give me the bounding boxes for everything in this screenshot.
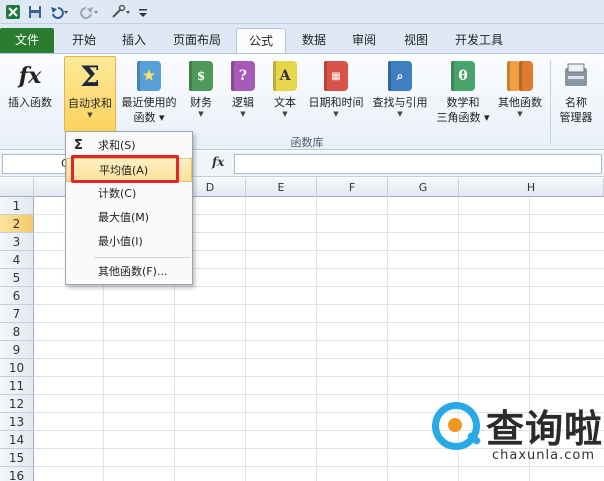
row-header-7[interactable]: 7 [0,305,34,323]
financial-button[interactable]: $ 财务 ▼ [182,56,220,132]
ribbon-separator [550,60,551,144]
tab-review[interactable]: 审阅 [342,28,386,53]
grid-column-line [245,197,246,481]
tab-view[interactable]: 视图 [394,28,438,53]
menu-item-more-functions[interactable]: 其他函数(F)... [66,260,192,284]
text-button[interactable]: A 文本 ▼ [266,56,304,132]
tab-developer[interactable]: 开发工具 [446,28,512,53]
tab-data[interactable]: 数据 [292,28,336,53]
grid-row-line [34,394,604,395]
sigma-icon: Σ [80,60,100,93]
more-functions-button[interactable]: 其他函数 ▼ [494,56,546,132]
undo-icon[interactable] [48,4,70,20]
grid-row-line [34,340,604,341]
column-header-f[interactable]: F [317,178,388,197]
row-header-6[interactable]: 6 [0,287,34,305]
row-header-12[interactable]: 12 [0,395,34,413]
autosum-button[interactable]: Σ 自动求和 ▼ [64,56,116,132]
menu-separator [94,257,190,258]
row-header-11[interactable]: 11 [0,377,34,395]
redo-icon[interactable] [78,4,100,20]
row-header-3[interactable]: 3 [0,233,34,251]
chevron-down-icon: ▼ [87,111,93,119]
highlight-annotation-box [71,155,179,183]
name-manager-button[interactable]: 名称 管理器 [554,56,598,132]
menu-item-min[interactable]: 最小值(I) [66,230,192,254]
quick-access-toolbar [0,0,604,24]
name-manager-icon [561,60,591,92]
insert-function-button[interactable]: fx 插入函数 [2,56,58,132]
row-header-5[interactable]: 5 [0,269,34,287]
row-header-8[interactable]: 8 [0,323,34,341]
question-book-icon: ? [228,60,258,92]
tab-page-layout[interactable]: 页面布局 [164,28,230,53]
row-header-9[interactable]: 9 [0,341,34,359]
tab-home[interactable]: 开始 [60,28,108,53]
save-icon[interactable] [28,4,42,20]
column-header-h[interactable]: H [459,178,604,197]
row-header-10[interactable]: 10 [0,359,34,377]
math-trig-button[interactable]: θ 数学和 三角函数 ▾ [434,56,492,132]
fx-icon: fx [18,63,42,89]
column-header-e[interactable]: E [246,178,317,197]
row-header-15[interactable]: 15 [0,449,34,467]
finance-book-icon: $ [186,60,216,92]
recently-used-button[interactable]: ★ 最近使用的 函数 ▾ [118,56,180,132]
lookup-reference-button[interactable]: ⌕ 查找与引用 ▼ [368,56,432,132]
stacked-books-icon [505,60,535,92]
tools-icon[interactable] [110,4,132,20]
grid-row-line [34,304,604,305]
select-all-corner[interactable] [0,178,34,197]
logical-button[interactable]: ? 逻辑 ▼ [224,56,262,132]
row-header-2[interactable]: 2 [0,215,34,233]
menu-item-max[interactable]: 最大值(M) [66,206,192,230]
grid-row-line [34,358,604,359]
grid-column-line [387,197,388,481]
row-header-14[interactable]: 14 [0,431,34,449]
magnifier-book-icon: ⌕ [385,60,415,92]
calendar-book-icon: ▦ [321,60,351,92]
row-header-1[interactable]: 1 [0,197,34,215]
watermark-logo: 查询啦 chaxunla.com [432,398,604,470]
grid-row-line [34,322,604,323]
grid-column-line [316,197,317,481]
row-header-16[interactable]: 16 [0,467,34,481]
tab-formulas[interactable]: 公式 [236,28,286,54]
row-header-13[interactable]: 13 [0,413,34,431]
date-time-button[interactable]: ▦ 日期和时间 ▼ [306,56,366,132]
grid-row-line [34,286,604,287]
fx-icon[interactable]: fx [212,155,224,169]
row-header-4[interactable]: 4 [0,251,34,269]
tab-insert[interactable]: 插入 [112,28,156,53]
text-book-icon: A [270,60,300,92]
formula-input[interactable] [234,154,602,174]
column-header-g[interactable]: G [388,178,459,197]
theta-book-icon: θ [448,60,478,92]
customize-toolbar-icon[interactable] [138,4,148,20]
menu-item-count[interactable]: 计数(C) [66,182,192,206]
ribbon-tab-bar: 文件 开始 插入 页面布局 公式 数据 审阅 视图 开发工具 [0,24,604,54]
excel-logo-icon [6,4,20,20]
tab-file[interactable]: 文件 [0,28,54,53]
star-book-icon: ★ [134,60,164,92]
grid-row-line [34,376,604,377]
